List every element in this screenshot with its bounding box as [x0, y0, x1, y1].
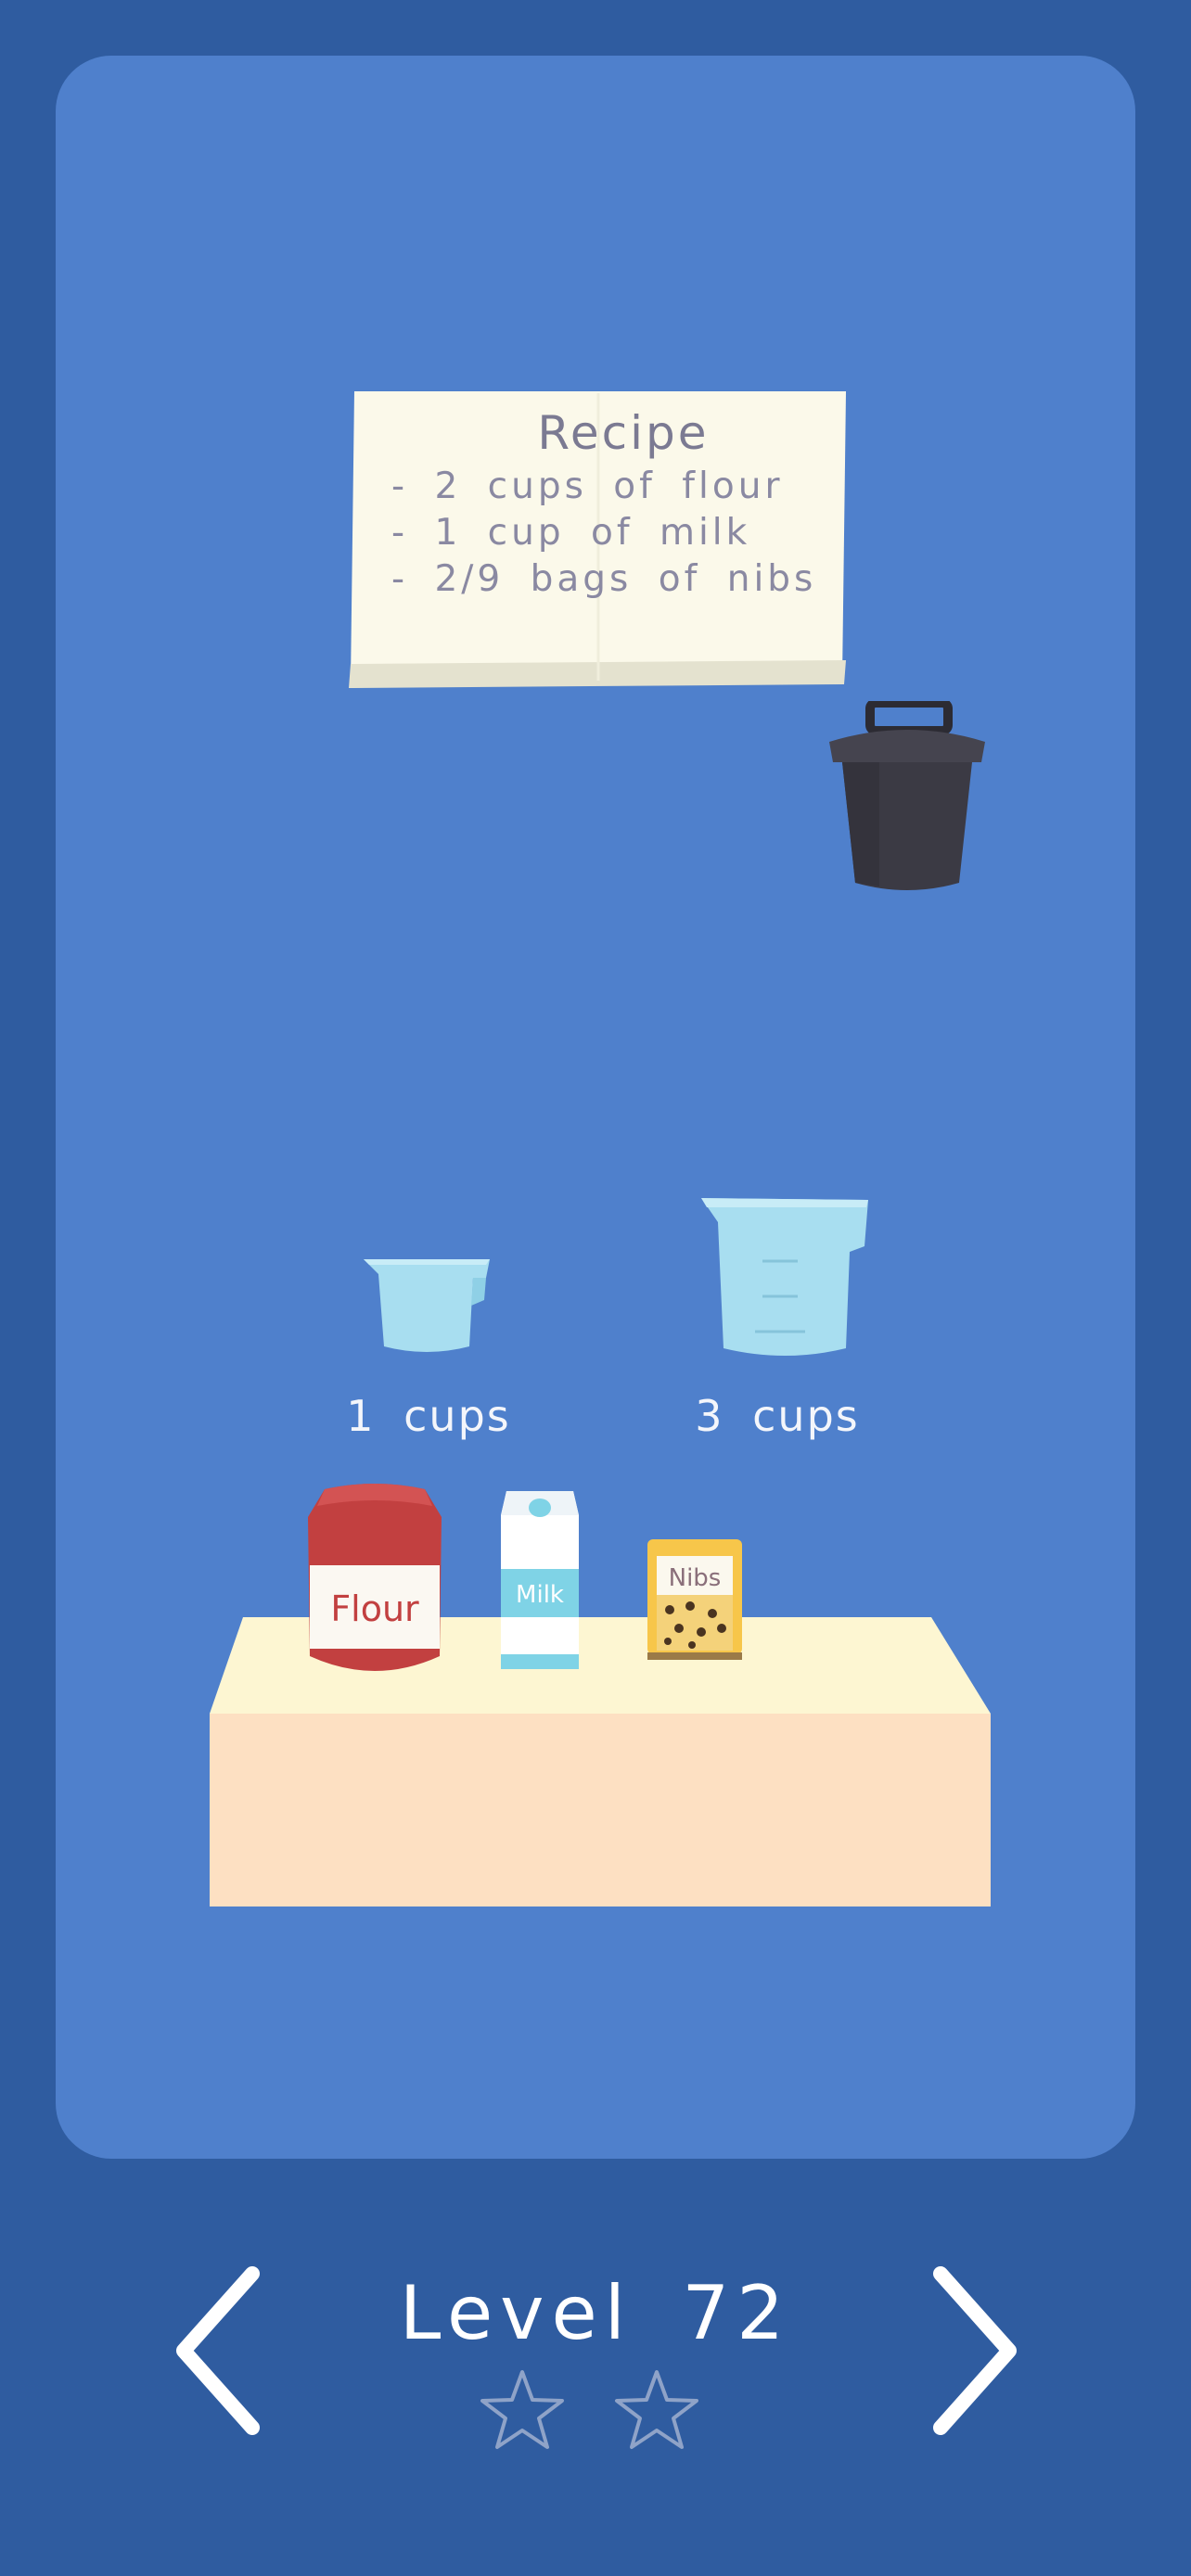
- recipe-title: Recipe: [537, 406, 710, 460]
- recipe-line-milk: - 1 cup of milk: [391, 512, 751, 554]
- recipe-line-nibs: - 2/9 bags of nibs: [391, 558, 817, 600]
- nibs-bag[interactable]: Nibs: [644, 1536, 746, 1662]
- chevron-left-icon[interactable]: [167, 2263, 269, 2439]
- cup-1-measure[interactable]: [360, 1254, 497, 1356]
- flour-label: Flour: [330, 1588, 419, 1629]
- recipe-line-flour: - 2 cups of flour: [391, 465, 784, 507]
- star-rating: [480, 2368, 711, 2452]
- milk-carton[interactable]: Milk: [499, 1487, 581, 1673]
- star-outline-icon: [480, 2370, 564, 2449]
- recipe-content: Recipe - 2 cups of flour - 1 cup of milk…: [345, 386, 852, 688]
- star-outline-icon: [615, 2370, 698, 2449]
- cup-3-measure[interactable]: [698, 1194, 872, 1359]
- flour-bag[interactable]: Flour: [306, 1480, 443, 1677]
- recipe-book: Recipe - 2 cups of flour - 1 cup of milk…: [345, 386, 852, 688]
- nibs-label: Nibs: [669, 1564, 722, 1592]
- level-title: Level 72: [399, 2270, 792, 2356]
- cup-1-label: 1 cups: [346, 1391, 511, 1441]
- chevron-right-icon[interactable]: [924, 2263, 1026, 2439]
- cup-3-label: 3 cups: [695, 1391, 860, 1441]
- milk-label: Milk: [516, 1581, 564, 1609]
- trash-can-icon[interactable]: [824, 698, 991, 894]
